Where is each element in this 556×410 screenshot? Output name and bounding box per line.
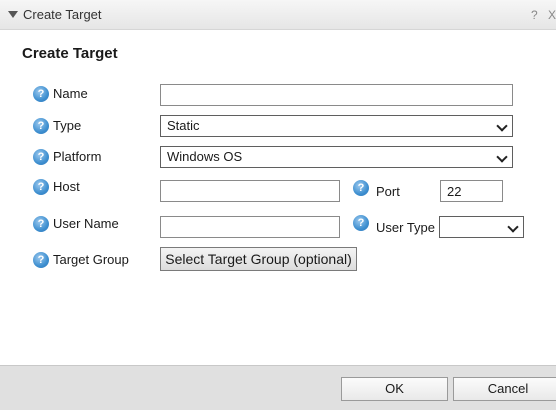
host-label: Host (53, 179, 80, 194)
cancel-button[interactable]: Cancel (453, 377, 556, 401)
name-help-icon[interactable]: ? (33, 86, 49, 102)
user-name-help-icon[interactable]: ? (33, 216, 49, 232)
port-help-icon[interactable]: ? (353, 180, 369, 196)
user-name-label: User Name (53, 216, 119, 231)
type-select[interactable]: Static (160, 115, 513, 137)
select-target-group-button[interactable]: Select Target Group (optional) (160, 247, 357, 271)
platform-label: Platform (53, 149, 102, 164)
dialog-footer: OK Cancel (0, 365, 556, 410)
chevron-down-icon (496, 151, 508, 163)
ok-button[interactable]: OK (341, 377, 448, 401)
chevron-down-icon (507, 221, 519, 233)
platform-help-icon[interactable]: ? (33, 149, 49, 165)
name-input[interactable] (160, 84, 513, 106)
host-input[interactable] (160, 180, 340, 202)
chevron-down-icon (496, 120, 508, 132)
target-group-help-icon[interactable]: ? (33, 252, 49, 268)
port-label: Port (376, 184, 400, 199)
port-input[interactable] (440, 180, 503, 202)
user-type-select[interactable] (439, 216, 524, 238)
collapse-triangle-icon[interactable] (8, 11, 18, 18)
platform-select-value: Windows OS (167, 149, 243, 164)
close-icon[interactable]: X (548, 8, 556, 22)
user-type-help-icon[interactable]: ? (353, 215, 369, 231)
form-heading: Create Target (22, 45, 118, 62)
type-help-icon[interactable]: ? (33, 118, 49, 134)
window-title: Create Target (23, 7, 102, 22)
window-help-icon[interactable]: ? (531, 8, 538, 22)
host-help-icon[interactable]: ? (33, 179, 49, 195)
type-select-value: Static (167, 118, 200, 133)
title-bar: Create Target ? X (0, 0, 556, 30)
user-name-input[interactable] (160, 216, 340, 238)
platform-select[interactable]: Windows OS (160, 146, 513, 168)
target-group-label: Target Group (53, 252, 129, 267)
create-target-dialog: Create Target ? X Create Target ? Name ?… (0, 0, 556, 410)
user-type-label: User Type (376, 220, 436, 235)
type-label: Type (53, 118, 82, 133)
name-label: Name (53, 86, 88, 101)
